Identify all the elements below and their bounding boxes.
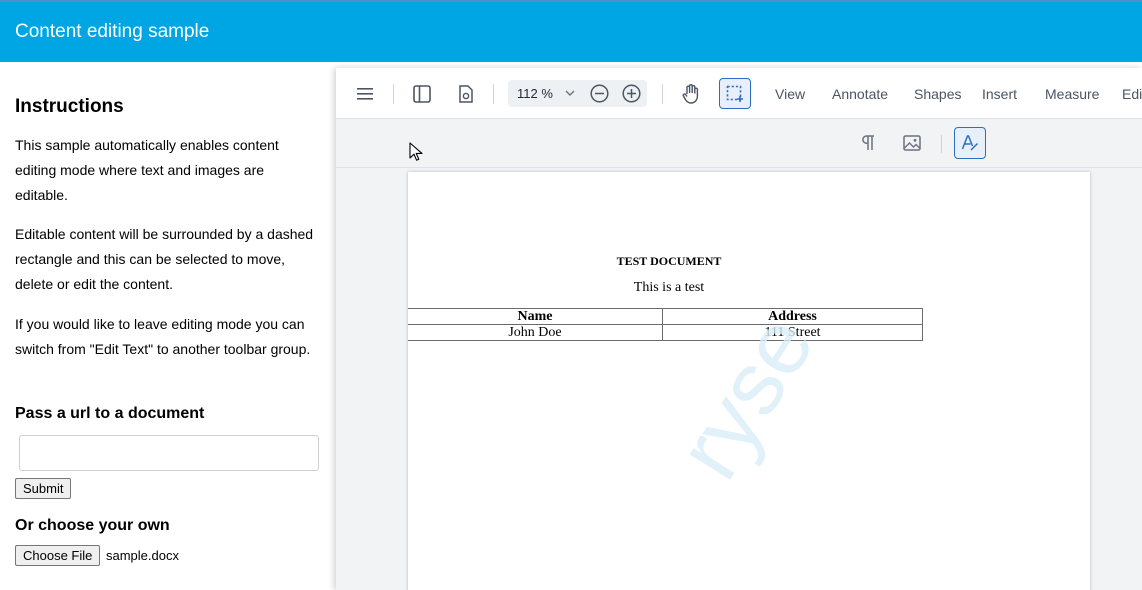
page-title: Content editing sample: [15, 21, 210, 42]
instructions-paragraph-2: Editable content will be surrounded by a…: [15, 226, 314, 292]
menu-edit[interactable]: Edi: [1122, 86, 1142, 102]
app-header: Content editing sample: [0, 0, 1142, 62]
menu-icon[interactable]: [351, 80, 379, 108]
menu-insert[interactable]: Insert: [982, 86, 1017, 102]
instructions-heading: Instructions: [15, 96, 124, 117]
selected-file-name: sample.docx: [106, 548, 179, 563]
view-controls-icon[interactable]: [452, 80, 480, 108]
table-header-row: Name Address: [408, 308, 923, 325]
document-subtitle[interactable]: This is a test: [408, 280, 930, 296]
table-header-name[interactable]: Name: [408, 308, 663, 325]
choose-file-button[interactable]: Choose File: [15, 545, 101, 566]
image-icon[interactable]: [897, 128, 927, 158]
document-url-input[interactable]: [19, 435, 319, 471]
menu-shapes[interactable]: Shapes: [914, 86, 961, 102]
zoom-in-icon[interactable]: [621, 83, 642, 104]
select-region-icon[interactable]: [719, 78, 751, 109]
document-table[interactable]: Name Address John Doe 111 Street: [408, 308, 923, 341]
paragraph-icon[interactable]: [853, 128, 883, 158]
zoom-out-icon[interactable]: [589, 83, 610, 104]
instructions-paragraph-3: If you would like to leave editing mode …: [15, 316, 311, 357]
pan-hand-icon[interactable]: [677, 80, 705, 108]
toolbar-divider: [662, 84, 663, 104]
chevron-down-icon[interactable]: [562, 85, 578, 101]
url-heading: Pass a url to a document: [15, 405, 205, 422]
instructions-paragraph-1: This sample automatically enables conten…: [15, 137, 279, 203]
edit-text-icon[interactable]: [954, 127, 986, 159]
table-cell-name[interactable]: John Doe: [408, 324, 663, 341]
zoom-value[interactable]: 112 %: [517, 86, 553, 101]
toolbar-divider: [493, 84, 494, 104]
menu-view[interactable]: View: [775, 86, 805, 102]
main-toolbar: 112 % View Annotate Shapes Insert Measur…: [336, 68, 1142, 119]
document-area[interactable]: TEST DOCUMENT This is a test Name Addres…: [336, 168, 1142, 590]
choose-file-heading: Or choose your own: [15, 517, 170, 534]
menu-measure[interactable]: Measure: [1045, 86, 1099, 102]
table-header-address[interactable]: Address: [662, 308, 923, 325]
document-page[interactable]: TEST DOCUMENT This is a test Name Addres…: [408, 172, 1090, 590]
document-viewer: 112 % View Annotate Shapes Insert Measur…: [336, 68, 1142, 590]
toolbar-divider: [393, 84, 394, 104]
edit-toolbar: [336, 119, 1142, 168]
mouse-cursor-icon: [409, 142, 423, 161]
instructions-panel: Instructions This sample automatically e…: [0, 62, 336, 590]
menu-annotate[interactable]: Annotate: [832, 86, 888, 102]
zoom-control: 112 %: [508, 80, 647, 107]
document-title[interactable]: TEST DOCUMENT: [408, 254, 930, 269]
left-panel-icon[interactable]: [408, 80, 436, 108]
toolbar-divider: [941, 135, 942, 153]
table-row: John Doe 111 Street: [408, 324, 923, 341]
submit-button[interactable]: Submit: [15, 478, 72, 499]
